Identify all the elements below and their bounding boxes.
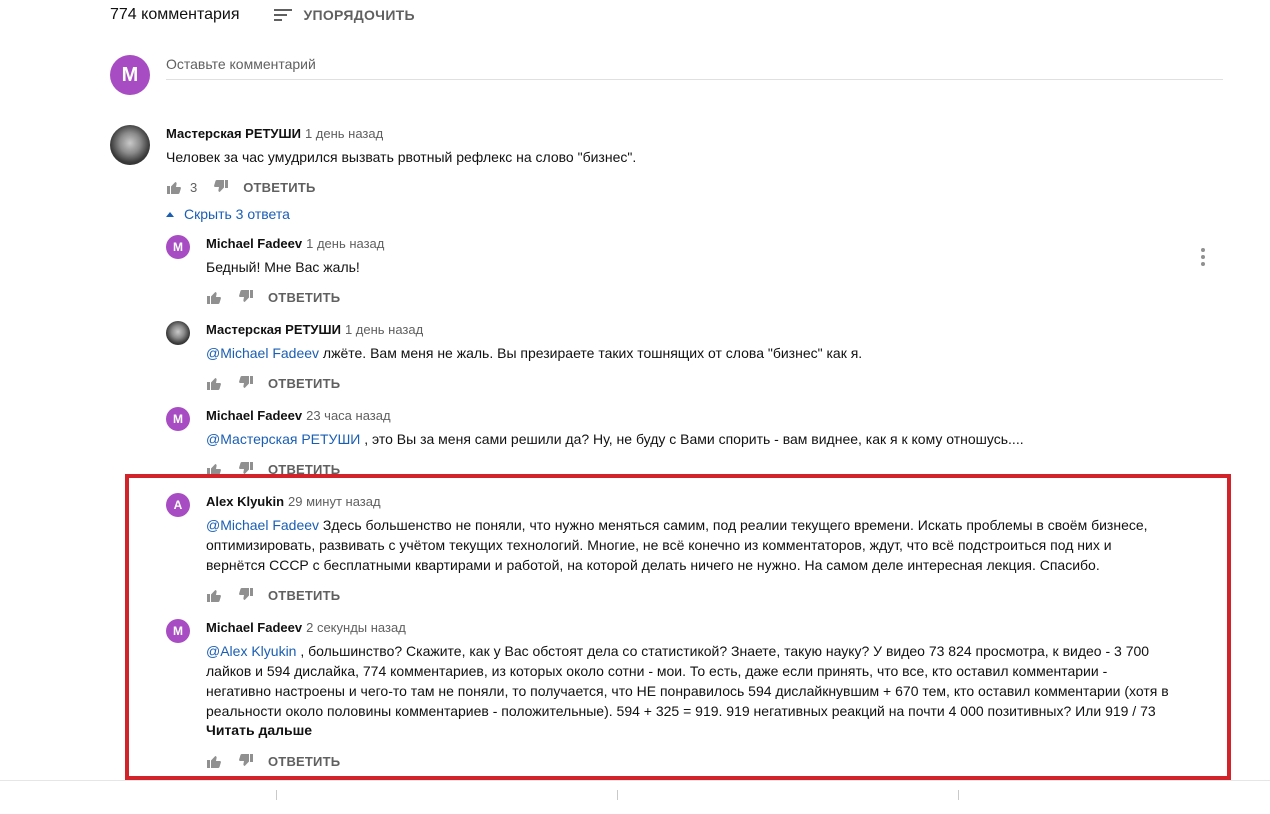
more-options-icon[interactable] — [1199, 248, 1207, 266]
reply-text-line: @Michael Fadeev Здесь большенство не пон… — [206, 515, 1206, 535]
reply-author[interactable]: Michael Fadeev — [206, 620, 302, 635]
avatar[interactable]: A — [166, 493, 190, 517]
reply-text-body: лжёте. Вам меня не жаль. Вы презираете т… — [319, 345, 863, 361]
reply-time[interactable]: 29 минут назад — [288, 494, 381, 509]
reply-text-body: , большинство? Скажите, как у Вас обстоя… — [296, 643, 1150, 659]
reply-text-line: оптимизировать, развивать с учётом текущ… — [206, 537, 1112, 553]
thumbs-down-icon[interactable] — [213, 179, 229, 195]
read-more-link[interactable]: Читать дальше — [206, 722, 312, 738]
reply-actions: ОТВЕТИТЬ — [206, 586, 340, 604]
thumbs-up-icon[interactable] — [166, 179, 182, 195]
comment-time[interactable]: 1 день назад — [305, 126, 383, 141]
comment-header: Мастерская РЕТУШИ 1 день назад — [166, 126, 383, 141]
add-comment-input[interactable]: Оставьте комментарий — [166, 50, 1223, 80]
thumbs-up-icon[interactable] — [206, 289, 222, 305]
reply-text-body: , это Вы за меня сами решили да? Ну, не … — [360, 431, 1024, 447]
reply-text: Бедный! Мне Вас жаль! — [206, 259, 360, 275]
avatar[interactable]: M — [166, 235, 190, 259]
reply-actions: ОТВЕТИТЬ — [206, 288, 340, 306]
reply-author[interactable]: Michael Fadeev — [206, 408, 302, 423]
like-count: 3 — [190, 179, 198, 195]
reply-button[interactable]: ОТВЕТИТЬ — [268, 290, 340, 305]
reply-time[interactable]: 1 день назад — [306, 236, 384, 251]
mention-link[interactable]: @Michael Fadeev — [206, 345, 319, 361]
reply-text-line: вернётся СССР с бесплатными квартирами и… — [206, 557, 1100, 573]
reply-header: Michael Fadeev 23 часа назад — [206, 408, 391, 423]
avatar[interactable] — [166, 321, 190, 345]
reply-button[interactable]: ОТВЕТИТЬ — [268, 588, 340, 603]
add-comment-placeholder: Оставьте комментарий — [166, 56, 316, 72]
reply-text: @Alex Klyukin , большинство? Скажите, ка… — [206, 641, 1206, 721]
thumbs-up-icon[interactable] — [206, 587, 222, 603]
reply-actions: ОТВЕТИТЬ — [206, 752, 340, 770]
reply-text-body: Здесь большенство не поняли, что нужно м… — [319, 517, 1148, 533]
divider-tick — [617, 790, 618, 800]
hide-replies-label: Скрыть 3 ответа — [184, 206, 290, 222]
reply-button[interactable]: ОТВЕТИТЬ — [268, 754, 340, 769]
reply-text-line: реальности около половины комментариев -… — [206, 703, 1156, 719]
thumbs-down-icon[interactable] — [238, 375, 254, 391]
reply-author[interactable]: Мастерская РЕТУШИ — [206, 322, 341, 337]
sort-button[interactable]: УПОРЯДОЧИТЬ — [273, 7, 415, 23]
divider-tick — [958, 790, 959, 800]
divider-tick — [276, 790, 277, 800]
current-user-avatar: M — [110, 55, 150, 95]
reply-button[interactable]: ОТВЕТИТЬ — [268, 376, 340, 391]
comments-header: 774 комментария УПОРЯДОЧИТЬ — [110, 4, 415, 26]
thumbs-down-icon[interactable] — [238, 753, 254, 769]
reply-header: Мастерская РЕТУШИ 1 день назад — [206, 322, 423, 337]
reply-text-line: @Alex Klyukin , большинство? Скажите, ка… — [206, 641, 1206, 661]
avatar[interactable]: M — [166, 407, 190, 431]
reply-header: Michael Fadeev 2 секунды назад — [206, 620, 406, 635]
comment-author[interactable]: Мастерская РЕТУШИ — [166, 126, 301, 141]
reply-author[interactable]: Michael Fadeev — [206, 236, 302, 251]
reply-button[interactable]: ОТВЕТИТЬ — [243, 180, 315, 195]
reply-text-line: негативно настроены и чего-то там не пон… — [206, 683, 1169, 699]
thumbs-up-icon[interactable] — [206, 753, 222, 769]
sort-icon — [273, 9, 292, 21]
reply-text-line: лайков и 594 дислайка, 774 комментариев,… — [206, 663, 1108, 679]
thumbs-down-icon[interactable] — [238, 587, 254, 603]
reply-text: @Мастерская РЕТУШИ , это Вы за меня сами… — [206, 429, 1024, 449]
mention-link[interactable]: @Мастерская РЕТУШИ — [206, 431, 360, 447]
caret-up-icon — [166, 211, 174, 217]
hide-replies-toggle[interactable]: Скрыть 3 ответа — [166, 206, 290, 222]
reply-text: @Michael Fadeev лжёте. Вам меня не жаль.… — [206, 343, 862, 363]
avatar[interactable] — [110, 125, 150, 165]
sort-label: УПОРЯДОЧИТЬ — [303, 7, 415, 23]
comment-text: Человек за час умудрился вызвать рвотный… — [166, 149, 637, 165]
avatar[interactable]: M — [166, 619, 190, 643]
reply-header: Alex Klyukin 29 минут назад — [206, 494, 381, 509]
comment-actions: 3 ОТВЕТИТЬ — [166, 178, 316, 196]
reply-time[interactable]: 2 секунды назад — [306, 620, 406, 635]
mention-link[interactable]: @Alex Klyukin — [206, 643, 296, 659]
reply-time[interactable]: 1 день назад — [345, 322, 423, 337]
comment-count: 774 комментария — [110, 6, 240, 23]
reply-time[interactable]: 23 часа назад — [306, 408, 390, 423]
reply-author[interactable]: Alex Klyukin — [206, 494, 284, 509]
thumbs-down-icon[interactable] — [238, 289, 254, 305]
mention-link[interactable]: @Michael Fadeev — [206, 517, 319, 533]
reply-actions: ОТВЕТИТЬ — [206, 374, 340, 392]
reply-text: @Michael Fadeev Здесь большенство не пон… — [206, 515, 1206, 575]
thumbs-up-icon[interactable] — [206, 375, 222, 391]
reply-header: Michael Fadeev 1 день назад — [206, 236, 384, 251]
divider — [0, 780, 1270, 781]
